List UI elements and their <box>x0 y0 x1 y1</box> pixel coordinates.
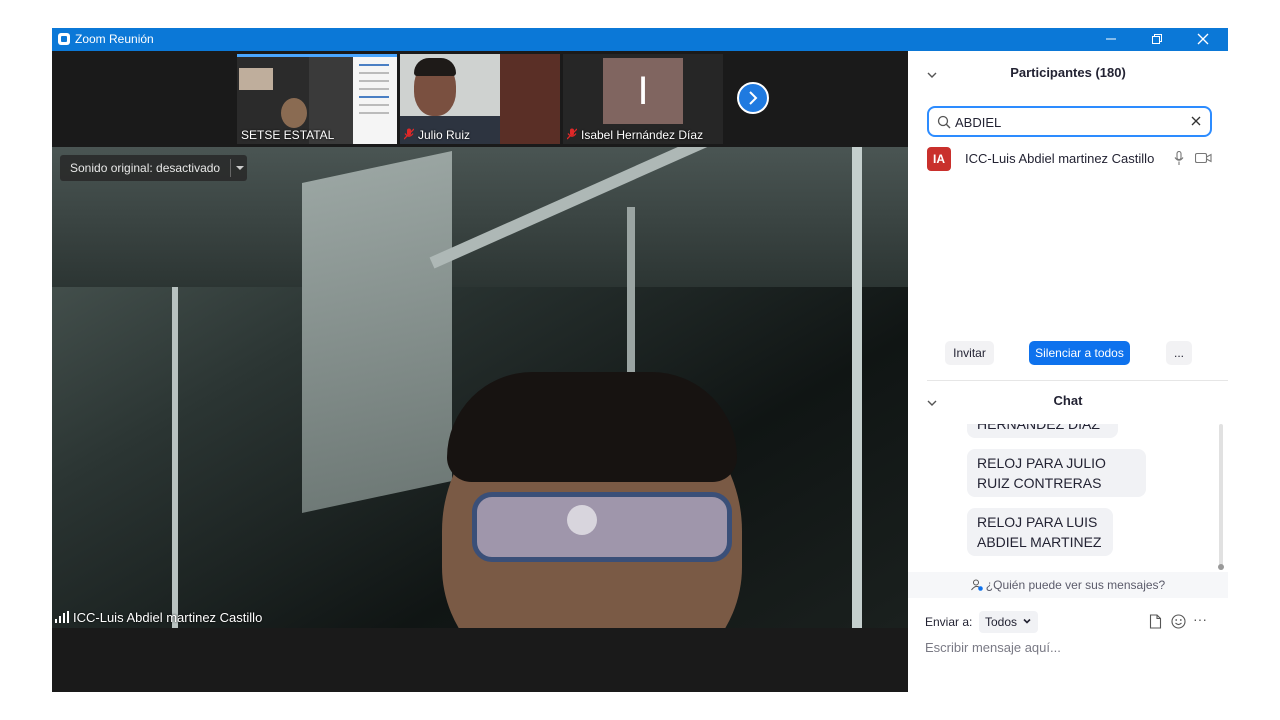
participant-thumbnail[interactable]: SETSE ESTATAL <box>237 54 397 144</box>
who-can-see-label: ¿Quién puede ver sus mensajes? <box>985 578 1166 592</box>
title-bar: Zoom Reunión <box>52 28 1228 51</box>
thumbnail-name: Isabel Hernández Díaz <box>581 128 704 142</box>
original-sound-label: Sonido original: desactivado <box>70 161 221 175</box>
thumbnail-label: Julio Ruiz <box>404 128 470 142</box>
restore-button[interactable] <box>1134 28 1180 51</box>
who-can-see-link[interactable]: ¿Quién puede ver sus mensajes? <box>908 572 1228 598</box>
send-to-label: Enviar a: <box>925 615 973 629</box>
zoom-window: Zoom Reunión SETSE ESTATAL Julio Ruiz I … <box>52 28 1228 692</box>
send-to-value: Todos <box>985 615 1018 629</box>
video-background-post <box>852 147 862 628</box>
video-background-post <box>172 287 178 628</box>
divider <box>230 159 231 177</box>
participants-more-button[interactable]: ... <box>1166 341 1192 365</box>
chat-message-input[interactable] <box>925 636 1215 658</box>
participants-title: Participantes (180) <box>1010 65 1126 80</box>
search-input[interactable] <box>955 113 1180 131</box>
emoji-icon[interactable] <box>1171 614 1186 629</box>
invite-button[interactable]: Invitar <box>945 341 994 365</box>
person-icon <box>970 579 983 591</box>
participant-search[interactable] <box>927 106 1212 137</box>
speaker-hair <box>447 372 737 482</box>
microphone-icon[interactable] <box>1174 151 1184 166</box>
chat-title: Chat <box>1053 393 1083 408</box>
avatar: IA <box>927 147 951 171</box>
participant-list-item[interactable]: IA ICC-Luis Abdiel martinez Castillo <box>927 147 1227 171</box>
video-background-panel <box>302 151 452 513</box>
speaker-name-label: ICC-Luis Abdiel martinez Castillo <box>55 610 262 625</box>
chevron-right-icon <box>749 91 758 105</box>
shared-screen <box>353 54 397 144</box>
chat-message: RELOJ PARA LUIS ABDIEL MARTINEZ <box>967 508 1113 556</box>
original-sound-toggle[interactable]: Sonido original: desactivado <box>60 155 247 181</box>
speaker-glasses <box>472 492 732 562</box>
chat-scroll-thumb[interactable] <box>1218 564 1224 570</box>
chat-message: RELOJ PARA JULIO RUIZ CONTRERAS <box>967 449 1146 497</box>
mute-all-button[interactable]: Silenciar a todos <box>1029 341 1130 365</box>
side-panel: Participantes (180) IA ICC-Luis Abdiel m… <box>908 51 1228 692</box>
participant-thumbnail[interactable]: Julio Ruiz <box>400 54 560 144</box>
video-feed-face <box>281 98 307 128</box>
video-camera-icon[interactable] <box>1195 152 1212 164</box>
video-feed-bookshelf <box>500 54 560 144</box>
video-area: SETSE ESTATAL Julio Ruiz I Isabel Hernán… <box>52 51 908 692</box>
mic-muted-icon <box>404 128 414 140</box>
file-icon[interactable] <box>1149 614 1162 629</box>
chat-message-list[interactable]: HERNANDEZ DIAZ RELOJ PARA JULIO RUIZ CON… <box>908 424 1228 570</box>
thumbnail-name: Julio Ruiz <box>418 128 471 142</box>
chat-scrollbar[interactable] <box>1219 424 1223 570</box>
chat-message: HERNANDEZ DIAZ <box>967 424 1118 438</box>
speaker-name: ICC-Luis Abdiel martinez Castillo <box>73 610 263 625</box>
active-indicator <box>237 54 397 57</box>
participant-thumbnail[interactable]: I Isabel Hernández Díaz <box>563 54 723 144</box>
close-window-button[interactable] <box>1180 28 1226 51</box>
signal-strength-icon <box>55 611 69 623</box>
video-feed-detail <box>239 68 273 90</box>
video-feed-hair <box>414 58 456 76</box>
minimize-button[interactable] <box>1088 28 1134 51</box>
clear-search-icon[interactable] <box>1190 115 1202 127</box>
participant-avatar: I <box>603 58 683 124</box>
window-title: Zoom Reunión <box>75 32 154 46</box>
thumbnail-name: SETSE ESTATAL <box>241 128 335 142</box>
mic-muted-icon <box>567 128 577 140</box>
zoom-logo-icon <box>58 33 70 45</box>
chevron-down-icon <box>1023 618 1031 624</box>
search-icon <box>937 115 951 129</box>
active-speaker-video[interactable]: Sonido original: desactivado ICC-Luis Ab… <box>52 147 908 628</box>
caret-down-icon[interactable] <box>236 166 244 170</box>
send-to-select[interactable]: Todos <box>979 611 1038 633</box>
participant-name: ICC-Luis Abdiel martinez Castillo <box>965 151 1155 166</box>
thumbnail-label: Isabel Hernández Díaz <box>567 128 703 142</box>
chat-more-icon[interactable]: ··· <box>1193 611 1207 627</box>
divider <box>927 380 1228 381</box>
next-page-button[interactable] <box>737 82 769 114</box>
